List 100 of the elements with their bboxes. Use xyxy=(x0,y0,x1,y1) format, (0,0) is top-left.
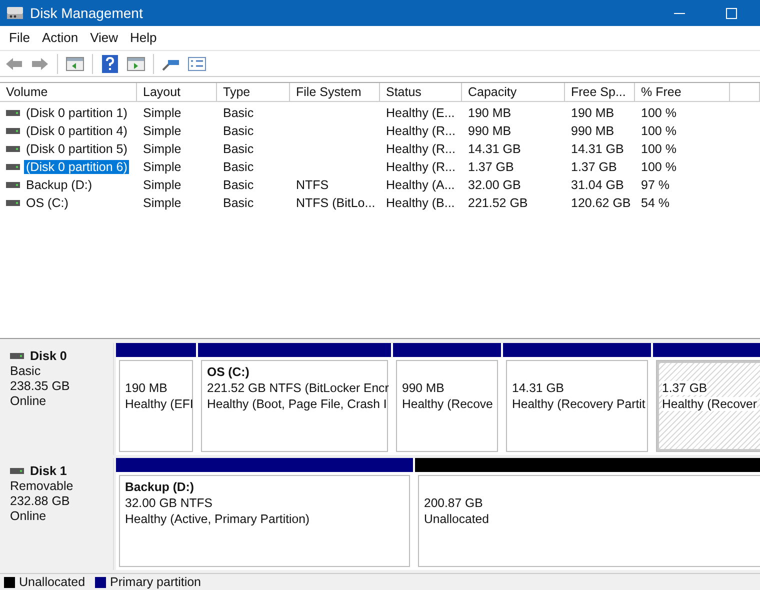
menu-item[interactable]: Help xyxy=(124,30,163,46)
table-cell-text: 32.00 GB xyxy=(467,178,522,192)
disk-name: Disk 0 xyxy=(30,349,67,363)
partition-info: Healthy (Recovery Partit xyxy=(512,397,646,411)
table-cell-text: 100 % xyxy=(640,124,678,138)
partition-block[interactable]: OS (C:) 221.52 GB NTFS (BitLocker Encr Healthy (Boot, Page File, Crash I xyxy=(201,360,388,452)
disk-drive-icon xyxy=(6,200,20,206)
partition-info: Healthy (Active, Primary Partition) xyxy=(125,512,310,526)
partition-block[interactable]: 200.87 GB Unallocated xyxy=(418,475,760,567)
table-cell-text: Simple xyxy=(142,196,182,210)
menu-item[interactable]: Action xyxy=(36,30,84,46)
table-cell-text: Simple xyxy=(142,106,182,120)
partition-info: Unallocated xyxy=(424,512,489,526)
table-cell-text: 100 % xyxy=(640,142,678,156)
help-button[interactable] xyxy=(99,52,121,75)
column-header[interactable]: File System xyxy=(290,83,380,102)
table-cell-text: 221.52 GB xyxy=(467,196,529,210)
disk-name: Disk 1 xyxy=(30,464,67,478)
disk-drive-icon xyxy=(6,164,20,170)
disk-status: Online xyxy=(10,394,48,408)
partition-info: Healthy (Recove xyxy=(402,397,493,411)
table-cell-text: Basic xyxy=(222,142,255,156)
partition-info: 190 MB xyxy=(125,381,168,395)
table-cell-text: NTFS xyxy=(295,178,330,192)
partition-title: Backup (D:) xyxy=(125,480,196,494)
disk-size: 238.35 GB xyxy=(10,379,71,393)
table-cell-text: 100 % xyxy=(640,106,678,120)
disk-drive-icon xyxy=(6,128,20,134)
partition-block[interactable]: 190 MB Healthy (EFI xyxy=(119,360,193,452)
disk-drive-icon xyxy=(6,182,20,188)
table-cell-text: Healthy (B... xyxy=(385,196,456,210)
table-cell-text: Simple xyxy=(142,160,182,174)
table-cell-text: 54 % xyxy=(640,196,670,210)
table-cell-text: Basic xyxy=(222,178,255,192)
legend-label: Unallocated xyxy=(19,575,86,589)
partition-block[interactable]: Backup (D:) 32.00 GB NTFS Healthy (Active, Primary Partition) xyxy=(119,475,410,567)
table-cell-text: Healthy (R... xyxy=(385,160,456,174)
column-header[interactable]: Type xyxy=(217,83,290,102)
partition-title: OS (C:) xyxy=(207,365,250,379)
partition-info: 32.00 GB NTFS xyxy=(125,496,212,510)
partition-info: Healthy (Boot, Page File, Crash I xyxy=(207,397,387,411)
volume-name[interactable]: Backup (D:) xyxy=(24,178,94,192)
table-cell-text: 990 MB xyxy=(467,124,512,138)
partition-block[interactable]: 1.37 GB Healthy (Recover xyxy=(656,360,760,452)
column-header[interactable]: Status xyxy=(380,83,462,102)
maximize-icon[interactable] xyxy=(726,8,736,18)
partition-info: Healthy (Recover xyxy=(662,397,757,411)
table-cell-text: 31.04 GB xyxy=(570,178,625,192)
table-cell-text: 97 % xyxy=(640,178,670,192)
column-header[interactable]: Capacity xyxy=(462,83,565,102)
volume-name[interactable]: (Disk 0 partition 4) xyxy=(24,124,130,138)
partition-info: 221.52 GB NTFS (BitLocker Encr xyxy=(207,381,389,395)
disk-drive-icon xyxy=(6,146,20,152)
partition-info: 200.87 GB xyxy=(424,496,483,510)
disk-size: 232.88 GB xyxy=(10,494,71,508)
table-cell-text: 120.62 GB xyxy=(570,196,632,210)
disk-drive-icon xyxy=(10,468,24,474)
legend-label: Primary partition xyxy=(110,575,202,589)
table-cell-text: NTFS (BitLo... xyxy=(295,196,376,210)
partition-block[interactable]: 14.31 GB Healthy (Recovery Partit xyxy=(506,360,648,452)
table-cell-text: Simple xyxy=(142,178,182,192)
table-cell-text: 990 MB xyxy=(570,124,616,138)
disk-drive-icon xyxy=(10,353,24,359)
disk-type: Basic xyxy=(10,364,42,378)
menu-item[interactable]: View xyxy=(84,30,124,46)
column-header[interactable]: Layout xyxy=(137,83,217,102)
partition-info: Healthy (EFI xyxy=(125,397,194,411)
table-cell-text: 1.37 GB xyxy=(570,160,618,174)
column-header[interactable]: Free Sp... xyxy=(565,83,635,102)
disk-management-icon xyxy=(6,6,24,20)
table-cell-text: Healthy (R... xyxy=(385,142,456,156)
minimize-icon[interactable] xyxy=(674,12,684,14)
table-cell-text: Simple xyxy=(142,124,182,138)
disk-status: Online xyxy=(10,509,48,523)
menu-item[interactable]: File xyxy=(3,30,36,46)
column-header[interactable]: Volume xyxy=(0,83,137,102)
volume-name[interactable]: (Disk 0 partition 5) xyxy=(24,142,130,156)
window-title: Disk Management xyxy=(30,5,144,21)
volume-name[interactable]: (Disk 0 partition 1) xyxy=(24,106,130,120)
table-cell-text: 100 % xyxy=(640,160,678,174)
disk-drive-icon xyxy=(6,110,20,116)
partition-info: 990 MB xyxy=(402,381,444,395)
table-cell-text: Basic xyxy=(222,196,255,210)
partition-block[interactable]: 990 MB Healthy (Recove xyxy=(396,360,498,452)
volume-name[interactable]: (Disk 0 partition 6) xyxy=(24,160,130,174)
table-cell-text: Healthy (R... xyxy=(385,124,456,138)
table-cell-text: Basic xyxy=(222,106,255,120)
partition-info: 1.37 GB xyxy=(662,381,708,395)
table-cell-text: Basic xyxy=(222,124,255,138)
table-cell-text: Healthy (A... xyxy=(385,178,456,192)
table-cell-text: Healthy (E... xyxy=(385,106,456,120)
volume-name[interactable]: OS (C:) xyxy=(24,196,70,210)
table-cell-text: Simple xyxy=(142,142,182,156)
column-header[interactable]: % Free xyxy=(635,83,730,102)
table-cell-text: Basic xyxy=(222,160,255,174)
table-cell-text: 190 MB xyxy=(570,106,616,120)
table-cell-text: 190 MB xyxy=(467,106,512,120)
table-cell-text: 1.37 GB xyxy=(467,160,515,174)
partition-info: 14.31 GB xyxy=(512,381,564,395)
table-cell-text: 14.31 GB xyxy=(467,142,522,156)
